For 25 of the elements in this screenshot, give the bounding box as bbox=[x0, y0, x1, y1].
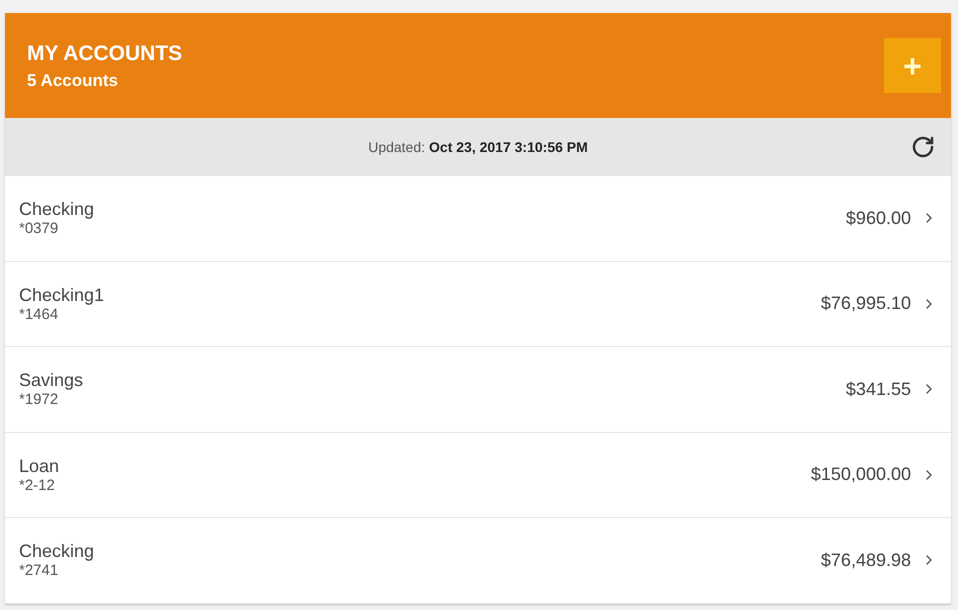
account-number: *2-12 bbox=[19, 476, 56, 495]
account-count: 5 Accounts bbox=[27, 72, 120, 88]
account-name: Checking1 bbox=[19, 284, 104, 306]
account-number: *2741 bbox=[19, 562, 60, 580]
page-title: MY ACCOUNTS bbox=[27, 42, 182, 64]
account-balance: $76,995.10 bbox=[820, 292, 911, 316]
account-number: *0379 bbox=[19, 220, 60, 238]
account-row[interactable]: Checking1 *1464 $76,995.10 bbox=[5, 262, 951, 347]
account-number: *1464 bbox=[19, 306, 60, 324]
account-name: Checking bbox=[19, 198, 94, 220]
account-row[interactable]: Savings *1972 $341.55 bbox=[5, 347, 951, 432]
account-balance: $76,489.98 bbox=[820, 548, 911, 572]
updated-time: Oct 23, 2017 3:10:56 PM bbox=[429, 138, 588, 156]
account-balance: $150,000.00 bbox=[810, 463, 911, 486]
account-number: *1972 bbox=[19, 391, 60, 410]
account-row[interactable]: Loan *2-12 $150,000.00 bbox=[5, 432, 951, 518]
refresh-icon[interactable] bbox=[911, 135, 935, 159]
account-name: Loan bbox=[19, 454, 60, 477]
account-balance: $960.00 bbox=[846, 206, 911, 230]
updated-label: Updated: bbox=[368, 138, 426, 157]
account-row[interactable]: Checking *0379 $960.00 bbox=[5, 176, 951, 262]
account-name: Checking bbox=[19, 540, 94, 562]
account-name: Savings bbox=[19, 369, 84, 392]
account-row[interactable]: Checking *2741 $76,489.98 bbox=[5, 518, 951, 604]
account-balance: $341.55 bbox=[846, 378, 911, 401]
